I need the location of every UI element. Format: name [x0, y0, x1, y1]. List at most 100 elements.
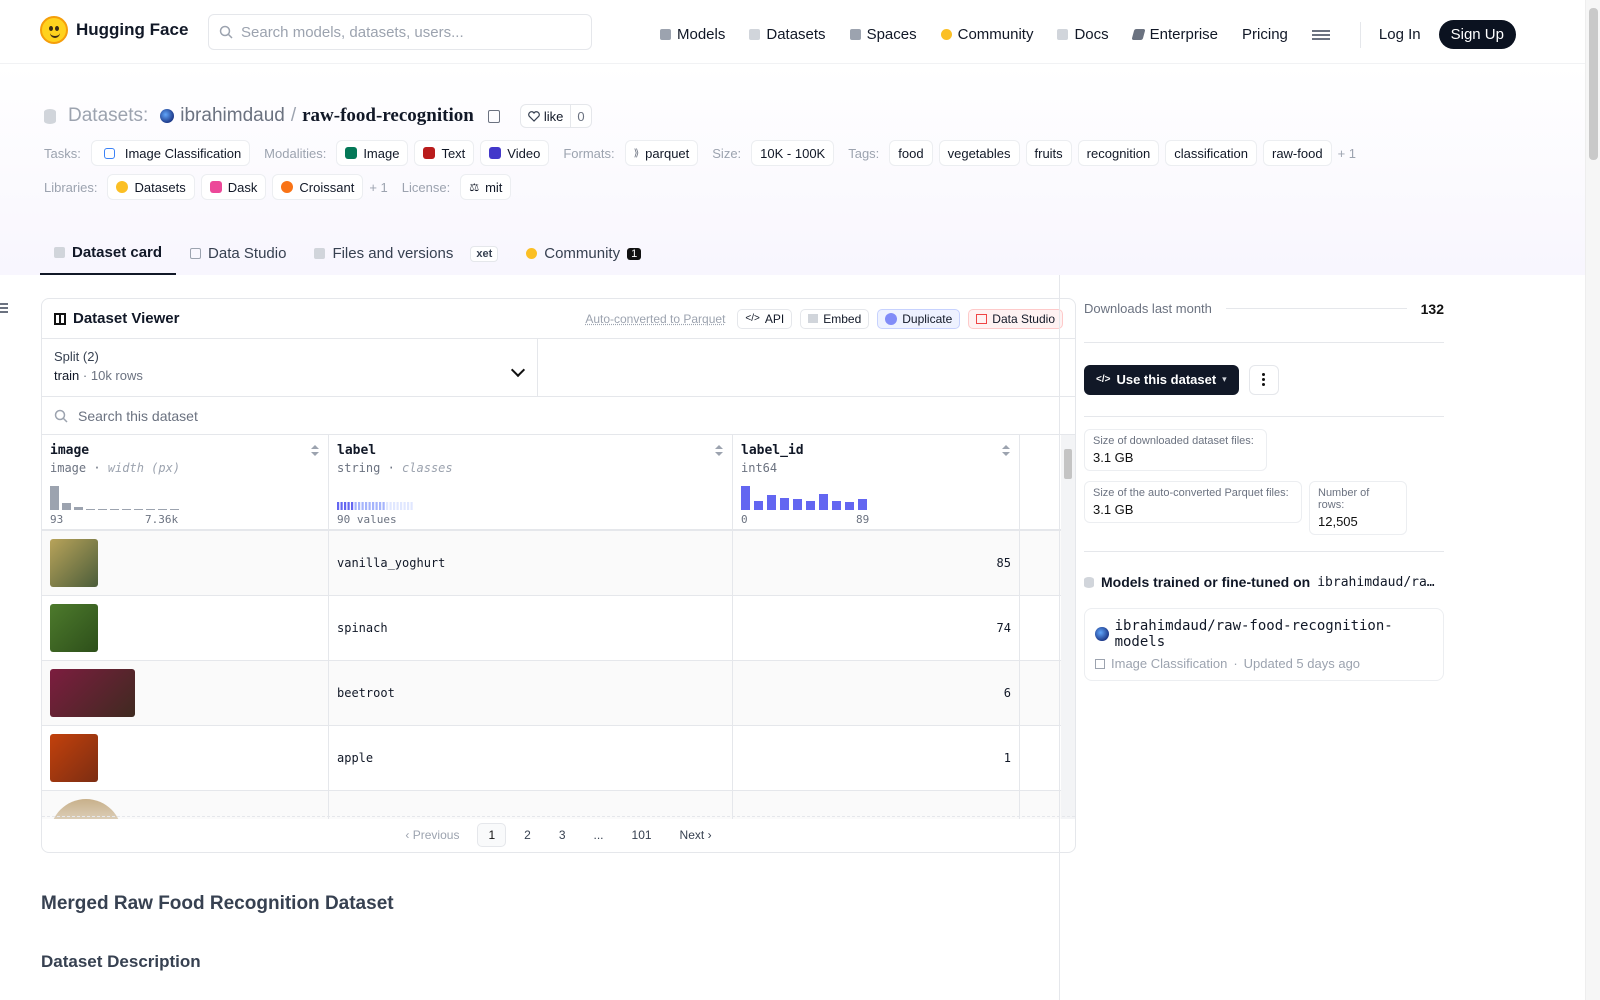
table-row[interactable]: [42, 791, 1075, 819]
class-segment[interactable]: [337, 502, 340, 510]
label-classes-bar[interactable]: [337, 485, 417, 510]
tab-data-studio[interactable]: Data Studio: [176, 232, 300, 275]
histogram-bar[interactable]: [806, 501, 815, 510]
class-segment[interactable]: [379, 502, 382, 510]
format-chip[interactable]: ⟫ parquet: [624, 140, 699, 166]
class-segment[interactable]: [365, 502, 368, 510]
dataset-search[interactable]: [42, 397, 1075, 435]
page-button-3[interactable]: 3: [549, 824, 576, 846]
histogram-bar[interactable]: [158, 509, 167, 510]
page-scroll-thumb[interactable]: [1589, 8, 1598, 160]
class-segment[interactable]: [344, 502, 347, 510]
nav-pricing[interactable]: Pricing: [1242, 26, 1288, 43]
split-select[interactable]: Split (2) train · 10k rows: [42, 339, 538, 396]
class-segment[interactable]: [393, 502, 396, 510]
nav-docs[interactable]: Docs: [1057, 26, 1109, 43]
class-segment[interactable]: [386, 502, 389, 510]
class-segment[interactable]: [368, 502, 371, 510]
class-segment[interactable]: [354, 502, 357, 510]
table-scrollbar[interactable]: [1061, 435, 1075, 819]
class-segment[interactable]: [375, 502, 378, 510]
tab-community[interactable]: Community 1: [512, 232, 655, 275]
histogram-bar[interactable]: [50, 486, 59, 510]
image-cell[interactable]: [42, 661, 329, 725]
library-chip-croissant[interactable]: Croissant: [272, 174, 364, 200]
histogram-bar[interactable]: [110, 509, 119, 510]
sort-icon[interactable]: [311, 445, 319, 456]
table-row[interactable]: spinach 74: [42, 596, 1075, 661]
signup-button[interactable]: Sign Up: [1438, 20, 1516, 49]
more-options-icon[interactable]: [1248, 364, 1279, 395]
food-thumbnail[interactable]: [50, 539, 98, 587]
class-segment[interactable]: [403, 502, 406, 510]
nav-models[interactable]: Models: [660, 26, 725, 43]
table-row[interactable]: apple 1: [42, 726, 1075, 791]
column-header-label[interactable]: label string · classes 90 values: [329, 435, 733, 529]
class-segment[interactable]: [358, 502, 361, 510]
nav-datasets[interactable]: Datasets: [749, 26, 826, 43]
image-cell[interactable]: [42, 726, 329, 790]
tab-dataset-card[interactable]: Dataset card: [40, 232, 177, 275]
tag-chip[interactable]: classification: [1165, 140, 1257, 166]
table-row[interactable]: beetroot 6: [42, 661, 1075, 726]
tag-chip[interactable]: raw-food: [1262, 140, 1332, 166]
food-thumbnail[interactable]: [50, 734, 98, 782]
library-chip-dask[interactable]: Dask: [200, 174, 267, 200]
use-this-dataset-button[interactable]: </> Use this dataset ▾: [1084, 364, 1239, 395]
histogram-bar[interactable]: [74, 507, 83, 510]
histogram-bar[interactable]: [98, 509, 107, 510]
dataset-search-input[interactable]: [78, 407, 778, 424]
histogram-bar[interactable]: [134, 509, 143, 510]
histogram-bar[interactable]: [754, 501, 763, 510]
histogram-bar[interactable]: [793, 499, 802, 510]
toc-toggle-icon[interactable]: [0, 303, 8, 313]
login-link[interactable]: Log In: [1379, 26, 1421, 43]
previous-page-button[interactable]: ‹ Previous: [395, 824, 469, 846]
histogram-bar[interactable]: [780, 498, 789, 510]
image-width-histogram[interactable]: [50, 485, 190, 510]
modality-chip-image[interactable]: Image: [336, 140, 409, 166]
histogram-bar[interactable]: [122, 509, 131, 510]
column-header-image[interactable]: image image · width (px) 93 7.36k: [42, 435, 329, 529]
more-libraries-link[interactable]: + 1: [369, 180, 387, 195]
like-button[interactable]: like 0: [519, 104, 592, 128]
class-segment[interactable]: [351, 502, 354, 510]
brand-link[interactable]: Hugging Face: [40, 16, 188, 44]
histogram-bar[interactable]: [741, 486, 750, 510]
class-segment[interactable]: [389, 502, 392, 510]
class-segment[interactable]: [407, 502, 410, 510]
class-segment[interactable]: [340, 502, 343, 510]
license-chip[interactable]: ⚖ mit: [460, 174, 512, 200]
models-heading-repo[interactable]: ibrahimdaud/ra…: [1317, 575, 1434, 590]
page-button-2[interactable]: 2: [514, 824, 541, 846]
page-scrollbar[interactable]: [1585, 0, 1600, 1000]
duplicate-button[interactable]: Duplicate: [877, 308, 961, 329]
class-segment[interactable]: [382, 502, 385, 510]
class-segment[interactable]: [361, 502, 364, 510]
repo-name[interactable]: raw-food-recognition: [302, 105, 474, 127]
tag-chip[interactable]: food: [889, 140, 933, 166]
breadcrumb-datasets[interactable]: Datasets:: [68, 105, 148, 127]
class-segment[interactable]: [410, 502, 413, 510]
next-page-button[interactable]: Next ›: [670, 824, 722, 846]
modality-chip-text[interactable]: Text: [414, 140, 475, 166]
more-tags-link[interactable]: + 1: [1338, 146, 1356, 161]
modality-chip-video[interactable]: Video: [480, 140, 550, 166]
class-segment[interactable]: [396, 502, 399, 510]
tag-chip[interactable]: vegetables: [938, 140, 1020, 166]
page-button-last[interactable]: 101: [622, 824, 662, 846]
histogram-bar[interactable]: [832, 501, 841, 510]
sort-icon[interactable]: [715, 445, 723, 456]
label-id-histogram[interactable]: [741, 485, 881, 510]
image-cell[interactable]: [42, 596, 329, 660]
scroll-thumb[interactable]: [1064, 449, 1072, 479]
histogram-bar[interactable]: [845, 502, 854, 510]
class-segment[interactable]: [372, 502, 375, 510]
model-card[interactable]: ibrahimdaud/raw-food-recognition-models …: [1084, 608, 1444, 681]
histogram-bar[interactable]: [858, 499, 867, 510]
page-button-1[interactable]: 1: [477, 822, 507, 847]
histogram-bar[interactable]: [767, 495, 776, 510]
table-row[interactable]: vanilla_yoghurt 85: [42, 531, 1075, 596]
task-chip[interactable]: Image Classification: [90, 140, 251, 166]
data-studio-button[interactable]: Data Studio: [968, 308, 1063, 329]
